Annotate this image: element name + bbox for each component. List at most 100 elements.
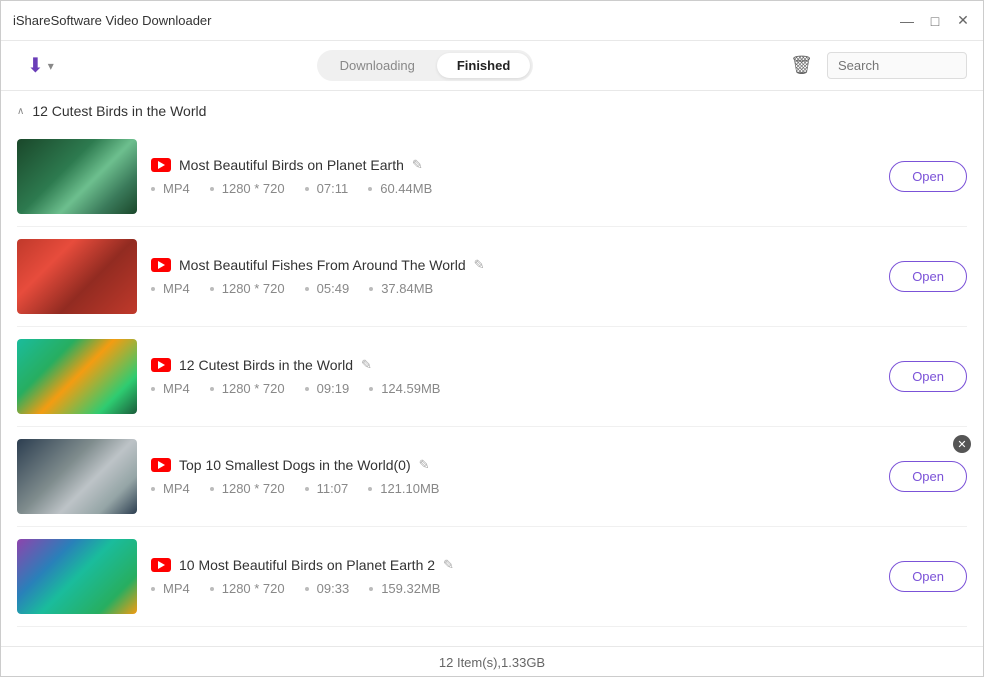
edit-icon[interactable]: ✎ bbox=[361, 357, 372, 373]
video-title-row: Top 10 Smallest Dogs in the World(0) ✎ bbox=[151, 457, 875, 473]
video-info: 10 Most Beautiful Birds on Planet Earth … bbox=[151, 557, 875, 596]
format-value: MP4 bbox=[163, 281, 190, 296]
group-name: 12 Cutest Birds in the World bbox=[32, 103, 206, 119]
dot-icon bbox=[210, 387, 214, 391]
dot-icon bbox=[210, 487, 214, 491]
duration-value: 07:11 bbox=[317, 181, 349, 196]
dot-icon bbox=[369, 387, 373, 391]
video-meta: MP4 1280 * 720 09:19 124.59MB bbox=[151, 381, 875, 396]
tab-switcher: Downloading Finished bbox=[317, 50, 534, 81]
list-item: Most Beautiful Birds on Planet Earth ✎ M… bbox=[17, 127, 967, 227]
duration-value: 11:07 bbox=[317, 481, 349, 496]
youtube-icon bbox=[151, 258, 171, 272]
dot-icon bbox=[305, 587, 309, 591]
video-title: Most Beautiful Fishes From Around The Wo… bbox=[179, 257, 466, 273]
yt-play-icon bbox=[158, 361, 165, 369]
search-input[interactable] bbox=[827, 52, 967, 79]
open-button[interactable]: Open bbox=[889, 361, 967, 392]
list-item: Most Beautiful Fishes From Around The Wo… bbox=[17, 227, 967, 327]
meta-duration: 07:11 bbox=[305, 181, 349, 196]
meta-resolution: 1280 * 720 bbox=[210, 481, 285, 496]
toolbar-right: 🗑 bbox=[786, 51, 967, 80]
size-value: 60.44MB bbox=[380, 181, 432, 196]
meta-size: 37.84MB bbox=[369, 281, 433, 296]
dot-icon bbox=[151, 187, 155, 191]
edit-icon[interactable]: ✎ bbox=[412, 157, 423, 173]
video-info: Most Beautiful Fishes From Around The Wo… bbox=[151, 257, 875, 296]
tab-finished[interactable]: Finished bbox=[437, 53, 530, 78]
item-close-button[interactable]: ✕ bbox=[953, 435, 971, 453]
yt-play-icon bbox=[158, 561, 165, 569]
video-title: Most Beautiful Birds on Planet Earth bbox=[179, 157, 404, 173]
dot-icon bbox=[305, 487, 309, 491]
duration-value: 09:19 bbox=[317, 381, 350, 396]
status-bar: 12 Item(s),1.33GB bbox=[1, 646, 983, 678]
dot-icon bbox=[151, 587, 155, 591]
dot-icon bbox=[151, 487, 155, 491]
meta-format: MP4 bbox=[151, 181, 190, 196]
toolbar-left: ⬇ ▾ bbox=[17, 47, 64, 84]
video-info: 12 Cutest Birds in the World ✎ MP4 1280 … bbox=[151, 357, 875, 396]
video-info: Top 10 Smallest Dogs in the World(0) ✎ M… bbox=[151, 457, 875, 496]
meta-resolution: 1280 * 720 bbox=[210, 281, 285, 296]
meta-duration: 11:07 bbox=[305, 481, 349, 496]
list-item: Top 10 Smallest Dogs in the World(0) ✎ M… bbox=[17, 427, 967, 527]
resolution-value: 1280 * 720 bbox=[222, 281, 285, 296]
title-bar: iShareSoftware Video Downloader — □ ✕ bbox=[1, 1, 983, 41]
meta-format: MP4 bbox=[151, 381, 190, 396]
meta-format: MP4 bbox=[151, 281, 190, 296]
title-bar-left: iShareSoftware Video Downloader bbox=[13, 13, 212, 28]
video-title-row: Most Beautiful Birds on Planet Earth ✎ bbox=[151, 157, 875, 173]
dot-icon bbox=[210, 187, 214, 191]
resolution-value: 1280 * 720 bbox=[222, 381, 285, 396]
open-button[interactable]: Open bbox=[889, 461, 967, 492]
yt-play-icon bbox=[158, 261, 165, 269]
chevron-down-icon: ▾ bbox=[48, 59, 54, 73]
youtube-icon bbox=[151, 558, 171, 572]
format-value: MP4 bbox=[163, 581, 190, 596]
youtube-icon bbox=[151, 158, 171, 172]
video-thumbnail bbox=[17, 139, 137, 214]
video-title: 10 Most Beautiful Birds on Planet Earth … bbox=[179, 557, 435, 573]
minimize-button[interactable]: — bbox=[899, 13, 915, 29]
collapse-icon[interactable]: ∧ bbox=[17, 106, 24, 117]
meta-size: 121.10MB bbox=[368, 481, 439, 496]
edit-icon[interactable]: ✎ bbox=[419, 457, 430, 473]
open-button[interactable]: Open bbox=[889, 261, 967, 292]
meta-size: 60.44MB bbox=[368, 181, 432, 196]
dot-icon bbox=[305, 387, 309, 391]
meta-duration: 05:49 bbox=[305, 281, 350, 296]
edit-icon[interactable]: ✎ bbox=[474, 257, 485, 273]
maximize-button[interactable]: □ bbox=[927, 13, 943, 29]
dot-icon bbox=[305, 287, 309, 291]
yt-play-icon bbox=[158, 161, 165, 169]
video-info: Most Beautiful Birds on Planet Earth ✎ M… bbox=[151, 157, 875, 196]
video-thumbnail bbox=[17, 239, 137, 314]
edit-icon[interactable]: ✎ bbox=[443, 557, 454, 573]
list-item: 12 Cutest Birds in the World ✎ MP4 1280 … bbox=[17, 327, 967, 427]
resolution-value: 1280 * 720 bbox=[222, 181, 285, 196]
tab-downloading[interactable]: Downloading bbox=[320, 53, 435, 78]
format-value: MP4 bbox=[163, 381, 190, 396]
meta-size: 124.59MB bbox=[369, 381, 440, 396]
resolution-value: 1280 * 720 bbox=[222, 481, 285, 496]
video-title-row: Most Beautiful Fishes From Around The Wo… bbox=[151, 257, 875, 273]
dot-icon bbox=[210, 287, 214, 291]
dot-icon bbox=[210, 587, 214, 591]
add-download-button[interactable]: ⬇ ▾ bbox=[17, 47, 64, 84]
size-value: 121.10MB bbox=[380, 481, 439, 496]
dot-icon bbox=[368, 187, 372, 191]
add-icon: ⬇ bbox=[27, 53, 44, 78]
meta-format: MP4 bbox=[151, 481, 190, 496]
video-meta: MP4 1280 * 720 11:07 121.10MB bbox=[151, 481, 875, 496]
delete-button[interactable]: 🗑 bbox=[786, 51, 817, 80]
open-button[interactable]: Open bbox=[889, 161, 967, 192]
open-button[interactable]: Open bbox=[889, 561, 967, 592]
group-header: ∧ 12 Cutest Birds in the World bbox=[17, 91, 967, 127]
video-meta: MP4 1280 * 720 09:33 159.32MB bbox=[151, 581, 875, 596]
meta-size: 159.32MB bbox=[369, 581, 440, 596]
video-title: Top 10 Smallest Dogs in the World(0) bbox=[179, 457, 411, 473]
yt-play-icon bbox=[158, 461, 165, 469]
dot-icon bbox=[369, 287, 373, 291]
close-button[interactable]: ✕ bbox=[955, 13, 971, 29]
